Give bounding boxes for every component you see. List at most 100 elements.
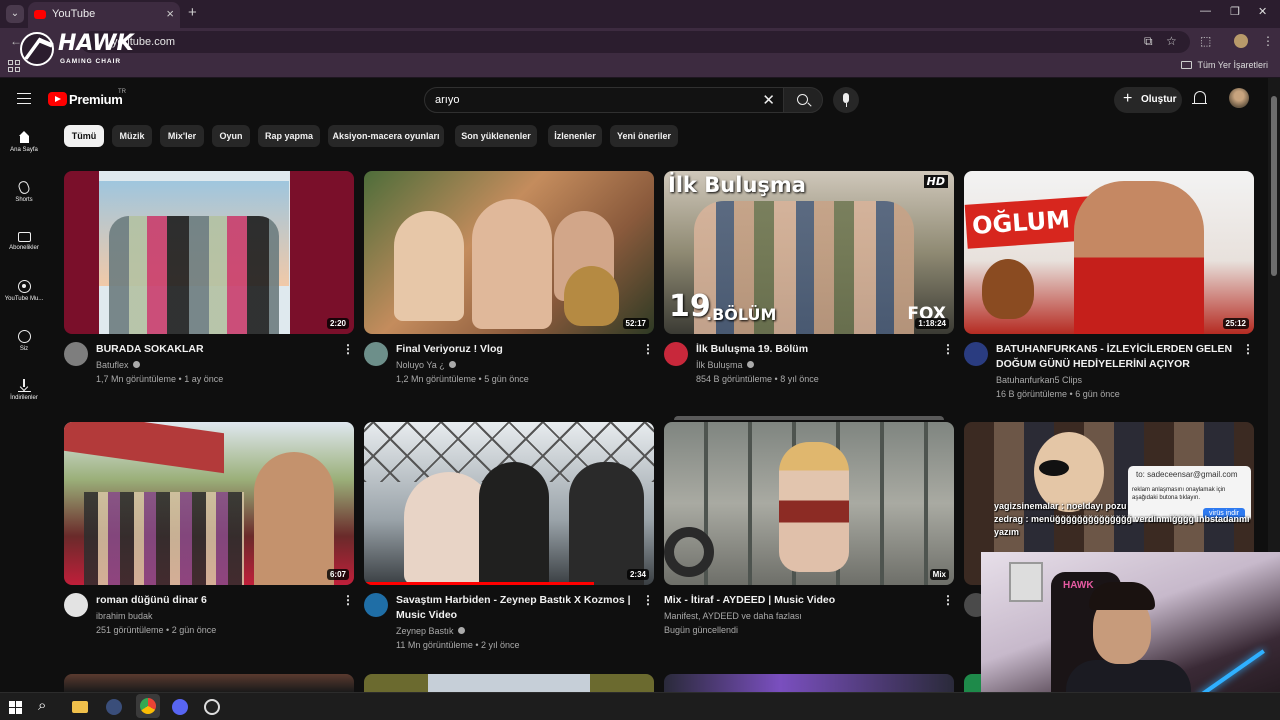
nav-item-shorts[interactable]: Shorts: [0, 179, 48, 203]
cast-icon[interactable]: ⧉: [1144, 34, 1153, 49]
channel-name[interactable]: Noluyo Ya ¿: [396, 360, 456, 370]
restore-icon[interactable]: ❐: [1230, 5, 1240, 18]
thumbnail-tire: [664, 527, 714, 577]
thumbnail-person: [394, 211, 464, 321]
channel-name[interactable]: Zeynep Bastık: [396, 626, 465, 636]
search-button[interactable]: [783, 87, 823, 113]
account-avatar[interactable]: [1229, 88, 1249, 108]
chrome-taskbar-button[interactable]: [136, 694, 160, 718]
more-actions-icon[interactable]: ⋮: [342, 343, 354, 355]
video-thumbnail[interactable]: 2:34: [364, 422, 654, 585]
channel-name[interactable]: Batuflex: [96, 360, 140, 370]
more-actions-icon[interactable]: ⋮: [942, 343, 954, 355]
video-thumbnail[interactable]: OĞLUM BU NE? 25:12: [964, 171, 1254, 334]
video-thumbnail[interactable]: İlk Buluşma 19 .BÖLÜM HD FOX 1:18:24: [664, 171, 954, 334]
plus-icon[interactable]: +: [188, 4, 197, 21]
channel-name[interactable]: Batuhanfurkan5 Clips: [996, 375, 1082, 385]
chip-action-adventure[interactable]: Aksiyon-macera oyunları: [328, 125, 444, 147]
video-title[interactable]: roman düğünü dinar 6: [96, 593, 336, 608]
youtube-logo-icon[interactable]: [48, 92, 67, 106]
channel-avatar[interactable]: [964, 342, 988, 366]
channel-name[interactable]: Manifest, AYDEED ve daha fazlası: [664, 611, 802, 621]
profile-icon[interactable]: [1234, 34, 1248, 48]
address-bar[interactable]: youtube.com: [80, 31, 1190, 53]
video-thumbnail[interactable]: [364, 674, 654, 692]
you-icon: [17, 330, 31, 343]
search-icon[interactable]: ⌕: [38, 697, 58, 717]
chip-rap[interactable]: Rap yapma: [258, 125, 320, 147]
wall-picture: [1009, 562, 1043, 602]
video-thumbnail[interactable]: [664, 674, 954, 692]
extensions-icon[interactable]: ⬚: [1200, 34, 1211, 48]
channel-avatar[interactable]: [364, 593, 388, 617]
chip-all[interactable]: Tümü: [64, 125, 104, 147]
video-thumbnail[interactable]: 2:20: [64, 171, 354, 334]
search-icon: [797, 94, 808, 105]
video-title[interactable]: Final Veriyoruz ! Vlog: [396, 342, 636, 357]
plus-icon: +: [1123, 90, 1133, 107]
channel-avatar[interactable]: [64, 342, 88, 366]
chip-mixes[interactable]: Mix'ler: [160, 125, 204, 147]
video-title[interactable]: BATUHANFURKAN5 - İZLEYİCİLERDEN GELEN DO…: [996, 342, 1236, 372]
video-title[interactable]: İlk Buluşma 19. Bölüm: [696, 342, 936, 357]
tab-search-icon[interactable]: ⌄: [6, 5, 24, 23]
close-icon[interactable]: ×: [166, 6, 174, 21]
clear-icon[interactable]: ✕: [762, 91, 775, 109]
more-actions-icon[interactable]: ⋮: [942, 594, 954, 606]
nav-item-downloads[interactable]: İndirilenler: [0, 379, 48, 401]
youtube-logo-text[interactable]: Premium: [69, 92, 123, 107]
kebab-menu-icon[interactable]: ⋮: [1262, 34, 1274, 48]
video-thumbnail[interactable]: Mix: [664, 422, 954, 585]
apps-icon[interactable]: [8, 60, 20, 72]
browser-tab-youtube[interactable]: YouTube ×: [28, 2, 180, 28]
video-title[interactable]: Savaştım Harbiden - Zeynep Bastık X Kozm…: [396, 593, 636, 623]
microphone-icon[interactable]: [833, 87, 859, 113]
nav-label: Siz: [19, 346, 29, 352]
create-label: Oluştur: [1141, 94, 1177, 105]
nav-item-youtube-music[interactable]: YouTube Mu...: [0, 280, 48, 302]
search-input[interactable]: arıyo ✕: [424, 87, 784, 113]
channel-avatar[interactable]: [364, 342, 388, 366]
chip-gaming[interactable]: Oyun: [212, 125, 250, 147]
notifications-bell-icon[interactable]: [1192, 91, 1207, 104]
thumbnail-person: [472, 199, 552, 329]
more-actions-icon[interactable]: ⋮: [642, 343, 654, 355]
channel-name[interactable]: İlk Buluşma: [696, 360, 754, 370]
more-actions-icon[interactable]: ⋮: [1242, 343, 1254, 355]
chip-music[interactable]: Müzik: [112, 125, 152, 147]
close-window-icon[interactable]: ✕: [1258, 5, 1267, 18]
video-thumbnail[interactable]: 6:07: [64, 422, 354, 585]
thumbnail-people: [109, 216, 279, 334]
video-title[interactable]: Mix - İtiraf - AYDEED | Music Video: [664, 593, 904, 608]
minimize-icon[interactable]: —: [1200, 5, 1211, 17]
create-button[interactable]: + Oluştur: [1114, 87, 1182, 113]
menu-icon[interactable]: [17, 93, 31, 104]
more-actions-icon[interactable]: ⋮: [342, 594, 354, 606]
nav-item-home[interactable]: Ana Sayfa: [0, 131, 48, 153]
video-title[interactable]: BURADA SOKAKLAR: [96, 342, 336, 357]
app-icon[interactable]: [106, 699, 122, 715]
video-thumbnail[interactable]: 52:17: [364, 171, 654, 334]
more-actions-icon[interactable]: ⋮: [642, 594, 654, 606]
chip-recently-uploaded[interactable]: Son yüklenenler: [455, 125, 537, 147]
chip-watched[interactable]: İzlenenler: [548, 125, 602, 147]
scrollbar-thumb[interactable]: [1271, 96, 1277, 276]
shorts-icon: [17, 179, 31, 196]
windows-start-icon[interactable]: [9, 701, 22, 714]
streamer-hair: [1089, 582, 1155, 610]
channel-avatar[interactable]: [664, 342, 688, 366]
star-icon[interactable]: ☆: [1166, 34, 1177, 48]
video-meta: Bugün güncellendi: [664, 625, 739, 635]
video-thumbnail[interactable]: [64, 674, 354, 692]
nav-item-you[interactable]: Siz: [0, 330, 48, 352]
thumbnail-person: [569, 462, 644, 585]
browser-tab-bar: ⌄ YouTube × + — ❐ ✕: [0, 0, 1280, 28]
bookmarks-folder[interactable]: Tüm Yer İşaretleri: [1181, 60, 1268, 70]
chip-new-to-you[interactable]: Yeni öneriler: [610, 125, 678, 147]
channel-avatar[interactable]: [64, 593, 88, 617]
file-explorer-icon[interactable]: [72, 701, 88, 713]
nav-item-subscriptions[interactable]: Abonelikler: [0, 230, 48, 251]
channel-name[interactable]: ibrahim budak: [96, 611, 153, 621]
obs-icon[interactable]: [204, 699, 220, 715]
discord-icon[interactable]: [172, 699, 188, 715]
